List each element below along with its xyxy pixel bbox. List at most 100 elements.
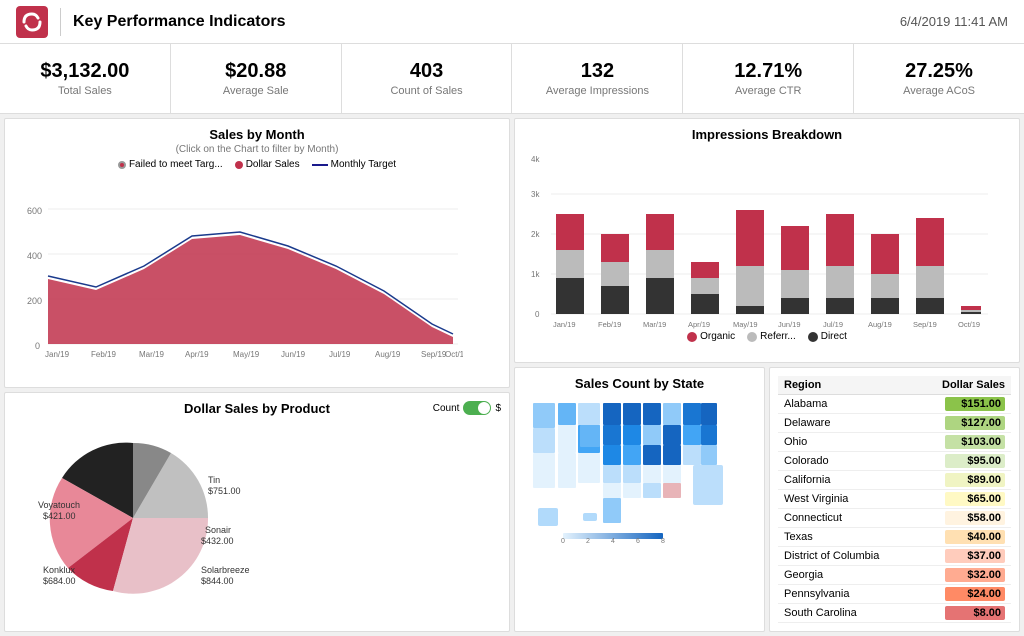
kpi-item-5: 27.25% Average ACoS (854, 44, 1024, 113)
region-name: Texas (778, 528, 915, 547)
region-name: Ohio (778, 433, 915, 452)
main-content: Sales by Month (Click on the Chart to fi… (0, 114, 1024, 636)
table-row: District of Columbia $37.00 (778, 547, 1011, 566)
pie-chart-panel: Dollar Sales by Product Count $ Tin (4, 392, 510, 632)
region-sales: $103.00 (915, 433, 1011, 452)
svg-text:4: 4 (611, 538, 615, 543)
pie-chart-title: Dollar Sales by Product (13, 401, 501, 416)
region-sales: $127.00 (915, 414, 1011, 433)
svg-text:Aug/19: Aug/19 (375, 350, 401, 359)
kpi-row: $3,132.00 Total Sales $20.88 Average Sal… (0, 44, 1024, 114)
count-dollar-toggle[interactable] (463, 401, 491, 415)
direct-icon (808, 332, 818, 342)
svg-text:200: 200 (27, 296, 42, 306)
svg-text:Jun/19: Jun/19 (778, 320, 801, 329)
legend-failed: Failed to meet Targ... (118, 159, 223, 170)
region-name: West Virginia (778, 490, 915, 509)
impressions-legend: Organic Referr... Direct (523, 331, 1011, 342)
svg-text:3k: 3k (531, 190, 540, 199)
svg-text:Jul/19: Jul/19 (329, 350, 351, 359)
table-row: Pennsylvania $24.00 (778, 585, 1011, 604)
region-name: Georgia (778, 566, 915, 585)
svg-text:Apr/19: Apr/19 (688, 320, 710, 329)
sales-value-badge: $103.00 (945, 435, 1005, 449)
pie-label-solarbreeze: Solarbreeze (201, 565, 250, 575)
svg-text:Mar/19: Mar/19 (643, 320, 666, 329)
legend-failed-label: Failed to meet Targ... (129, 159, 223, 170)
svg-text:Feb/19: Feb/19 (91, 350, 116, 359)
svg-text:2k: 2k (531, 230, 540, 239)
region-sales: $65.00 (915, 490, 1011, 509)
header-divider (60, 8, 61, 36)
sales-value-badge: $8.00 (945, 606, 1005, 620)
kpi-label-2: Count of Sales (390, 85, 462, 97)
svg-text:6: 6 (636, 538, 640, 543)
sales-value-badge: $95.00 (945, 454, 1005, 468)
table-row: Colorado $95.00 (778, 452, 1011, 471)
sales-value-badge: $37.00 (945, 549, 1005, 563)
region-name: Colorado (778, 452, 915, 471)
table-row: Alabama $151.00 (778, 395, 1011, 414)
impressions-chart-svg[interactable]: 0 1k 2k 3k 4k (523, 144, 993, 329)
referral-icon (747, 332, 757, 342)
kpi-item-0: $3,132.00 Total Sales (0, 44, 171, 113)
region-sales: $8.00 (915, 604, 1011, 623)
kpi-label-1: Average Sale (223, 85, 289, 97)
region-sales: $37.00 (915, 547, 1011, 566)
kpi-item-1: $20.88 Average Sale (171, 44, 342, 113)
region-sales: $32.00 (915, 566, 1011, 585)
table-row: Texas $40.00 (778, 528, 1011, 547)
svg-text:$421.00: $421.00 (43, 511, 76, 521)
pie-label-voyatouch: Voyatouch (38, 500, 80, 510)
region-sales: $89.00 (915, 471, 1011, 490)
legend-monthly-target: Monthly Target (312, 159, 396, 170)
table-row: Delaware $127.00 (778, 414, 1011, 433)
svg-text:$432.00: $432.00 (201, 536, 234, 546)
pie-label-konklux: Konklux (43, 565, 76, 575)
svg-text:Oct/19: Oct/19 (958, 320, 980, 329)
kpi-value-1: $20.88 (225, 60, 286, 83)
impressions-panel: Impressions Breakdown 0 1k 2k 3k 4k (514, 118, 1020, 363)
pie-label-sonair: Sonair (205, 525, 231, 535)
region-name: Pennsylvania (778, 585, 915, 604)
us-map-svg[interactable]: 0 2 4 6 8 (523, 393, 753, 543)
monthly-target-line-icon (312, 164, 328, 166)
svg-text:4k: 4k (531, 155, 540, 164)
svg-text:0: 0 (561, 538, 565, 543)
svg-text:May/19: May/19 (733, 320, 758, 329)
svg-text:$751.00: $751.00 (208, 486, 241, 496)
legend-direct: Direct (808, 331, 847, 342)
svg-text:0: 0 (35, 341, 40, 351)
region-sales: $151.00 (915, 395, 1011, 414)
legend-direct-label: Direct (821, 331, 847, 342)
sales-col-header: Dollar Sales (915, 376, 1011, 395)
svg-text:1k: 1k (531, 270, 540, 279)
table-row: Georgia $32.00 (778, 566, 1011, 585)
right-column: Impressions Breakdown 0 1k 2k 3k 4k (514, 118, 1020, 632)
sales-value-badge: $89.00 (945, 473, 1005, 487)
table-row: South Carolina $8.00 (778, 604, 1011, 623)
dollar-sales-dot-icon (235, 161, 243, 169)
region-sales: $58.00 (915, 509, 1011, 528)
header: Key Performance Indicators 6/4/2019 11:4… (0, 0, 1024, 44)
svg-text:2: 2 (586, 538, 590, 543)
table-row: West Virginia $65.00 (778, 490, 1011, 509)
toggle-container[interactable]: Count $ (433, 401, 501, 415)
svg-text:Jul/19: Jul/19 (823, 320, 843, 329)
legend-organic-label: Organic (700, 331, 735, 342)
kpi-value-5: 27.25% (905, 60, 973, 83)
sales-value-badge: $65.00 (945, 492, 1005, 506)
svg-text:Jun/19: Jun/19 (281, 350, 306, 359)
svg-text:400: 400 (27, 251, 42, 261)
region-name: Connecticut (778, 509, 915, 528)
kpi-label-3: Average Impressions (546, 85, 649, 97)
map-title: Sales Count by State (523, 376, 756, 391)
svg-text:Jan/19: Jan/19 (45, 350, 70, 359)
sales-chart-svg[interactable]: 0 200 400 600 Jan/19 Feb/19 Mar/19 Apr/1… (13, 174, 463, 359)
pie-label-tin: Tin (208, 475, 220, 485)
pie-chart-svg[interactable]: Tin $751.00 Sonair $432.00 Solarbreeze $… (13, 418, 333, 603)
svg-text:Sep/19: Sep/19 (913, 320, 937, 329)
sales-value-badge: $24.00 (945, 587, 1005, 601)
table-row: California $89.00 (778, 471, 1011, 490)
header-datetime: 6/4/2019 11:41 AM (900, 14, 1008, 29)
